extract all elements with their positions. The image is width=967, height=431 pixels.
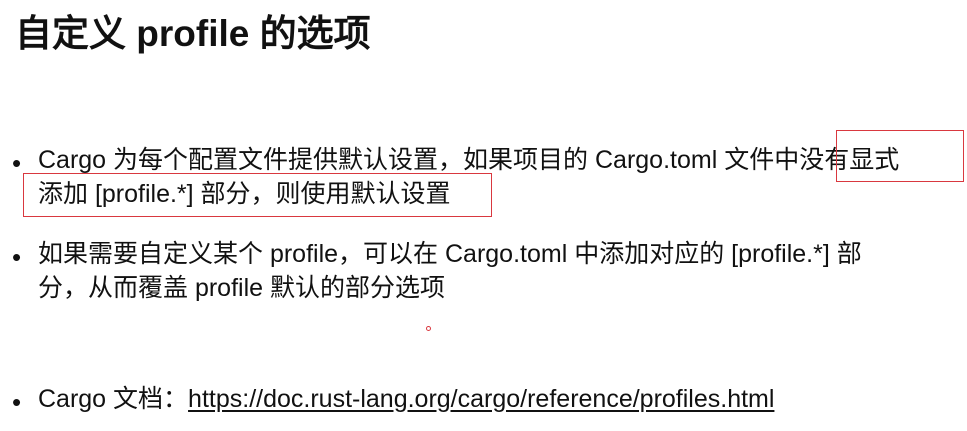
cursor-dot: [426, 326, 431, 331]
slide-title: 自定义 profile 的选项: [15, 13, 371, 54]
docs-link[interactable]: https://doc.rust-lang.org/cargo/referenc…: [188, 385, 774, 413]
bullet-3: Cargo 文档：https://doc.rust-lang.org/cargo…: [38, 382, 774, 416]
docs-label: Cargo 文档：: [38, 385, 189, 413]
bullet-marker: •: [12, 242, 22, 272]
bullet-2-line-2: 分，从而覆盖 profile 默认的部分选项: [38, 274, 445, 302]
bullet-2-line-1: 如果需要自定义某个 profile，可以在 Cargo.toml 中添加对应的 …: [38, 240, 862, 268]
bullet-1-line-1: Cargo 为每个配置文件提供默认设置，如果项目的 Cargo.toml 文件中…: [38, 146, 900, 174]
bullet-marker: •: [12, 387, 22, 417]
highlight-box-default-settings: [23, 173, 492, 217]
highlight-box-explicit: [836, 130, 964, 182]
